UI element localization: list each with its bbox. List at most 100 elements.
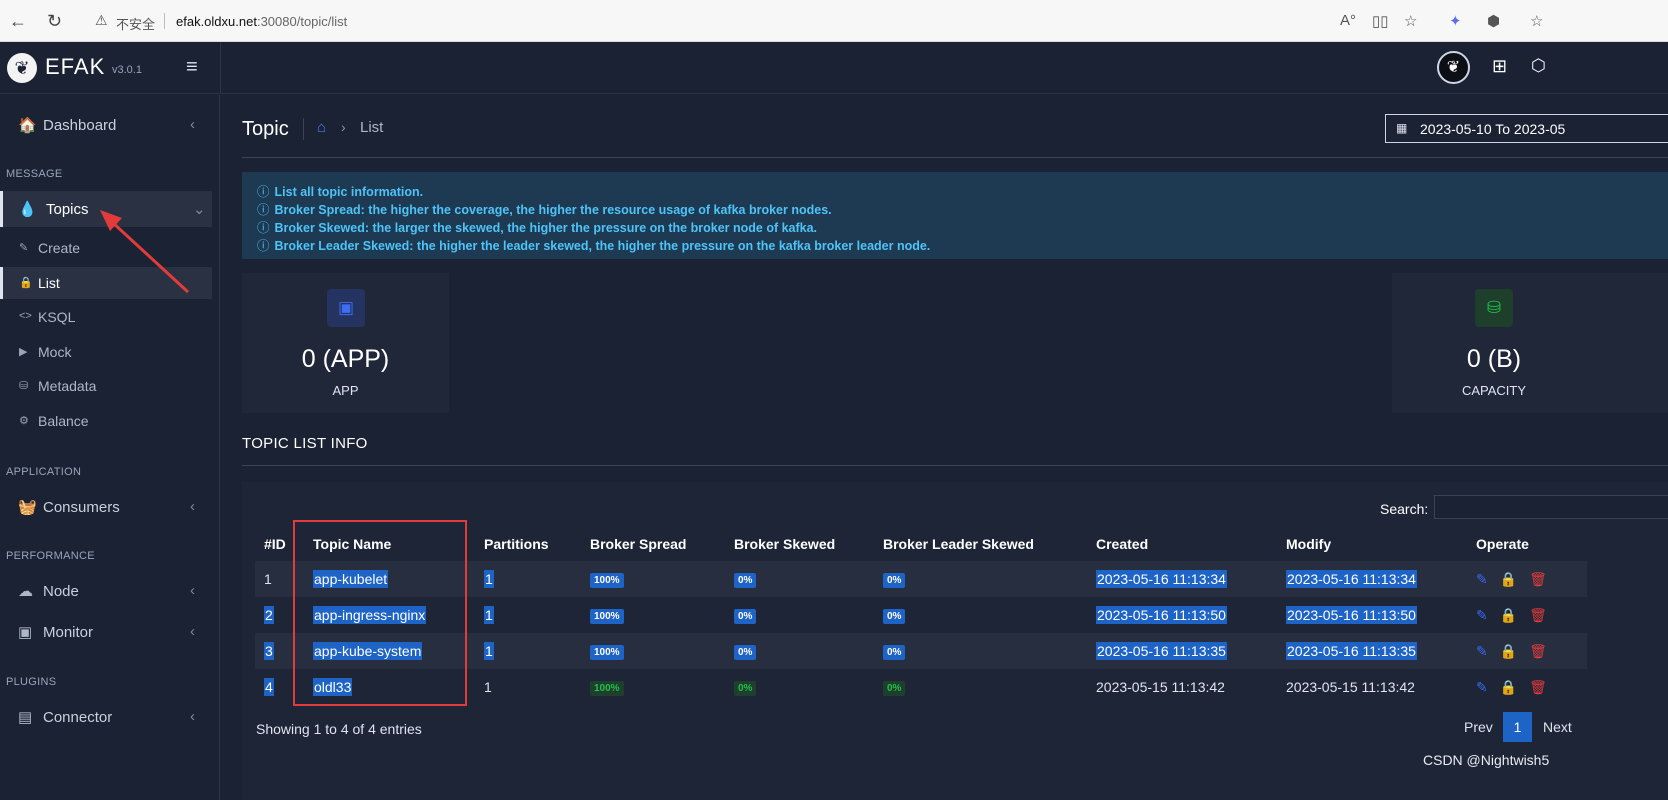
column-header-partitions[interactable]: Partitions xyxy=(475,526,581,561)
sidebar-subitem-mock[interactable]: ▶ Mock xyxy=(0,336,212,368)
trash-icon[interactable]: 🗑 xyxy=(1529,679,1547,696)
topic-name-link[interactable]: app-kube-system xyxy=(313,642,423,660)
reload-icon[interactable]: ↻ xyxy=(47,11,62,32)
modify-value: 2023-05-16 11:13:50 xyxy=(1286,606,1417,624)
database-icon: ⛁ xyxy=(1475,289,1513,327)
pagination-next[interactable]: Next xyxy=(1543,719,1572,735)
cell-broker-skewed: 0% xyxy=(725,669,874,705)
lock-icon[interactable]: 🔒 xyxy=(1500,571,1517,588)
cell-id: 3 xyxy=(255,633,304,669)
sidebar-item-dashboard[interactable]: 🏠 Dashboard ‹ xyxy=(0,107,212,143)
cell-modify: 2023-05-16 11:13:34 xyxy=(1277,561,1467,597)
sidebar-subitem-label: Create xyxy=(38,240,81,256)
address-bar[interactable]: efak.oldxu.net:30080/topic/list xyxy=(176,14,347,29)
info-line: ⓘ Broker Leader Skewed: the higher the le… xyxy=(257,235,930,254)
trash-icon[interactable]: 🗑 xyxy=(1529,643,1547,660)
info-alert: ⓘ List all topic information. ⓘ Broker Spr… xyxy=(242,172,1668,259)
column-header-broker-leader-skewed[interactable]: Broker Leader Skewed xyxy=(874,526,1087,561)
chevron-left-icon: ‹ xyxy=(190,498,195,515)
sidebar-item-connector[interactable]: ▤ Connector ‹ xyxy=(0,699,212,735)
cell-operate: ✎ 🔒 🗑 xyxy=(1467,633,1587,669)
spread-badge: 100% xyxy=(590,573,624,588)
favorites-add-icon[interactable]: ☆ xyxy=(1404,12,1417,30)
chevron-left-icon: ‹ xyxy=(190,708,195,725)
column-header-topic-name[interactable]: Topic Name xyxy=(304,526,475,561)
edit-icon[interactable]: ✎ xyxy=(1476,607,1488,624)
sidebar-subitem-balance[interactable]: ⚙ Balance xyxy=(0,405,212,437)
lock-icon[interactable]: 🔒 xyxy=(1500,643,1517,660)
edit-icon[interactable]: ✎ xyxy=(1476,643,1488,660)
sidebar-item-label: Node xyxy=(43,583,79,600)
cell-partitions: 1 xyxy=(475,561,581,597)
info-line: ⓘ List all topic information. xyxy=(257,181,423,200)
calendar-icon: ▦ xyxy=(1396,121,1408,135)
edit-icon[interactable]: ✎ xyxy=(1476,679,1488,696)
info-line-text: Broker Spread: the higher the coverage, … xyxy=(274,203,832,217)
sidebar-item-topics[interactable]: 💧 Topics ⌄ xyxy=(0,191,212,227)
apps-grid-icon[interactable]: ⊞ xyxy=(1492,56,1507,77)
column-header-broker-spread[interactable]: Broker Spread xyxy=(581,526,725,561)
trash-icon[interactable]: 🗑 xyxy=(1529,571,1547,588)
pagination-prev[interactable]: Prev xyxy=(1464,719,1493,735)
trash-icon[interactable]: 🗑 xyxy=(1529,607,1547,624)
server-icon: ▤ xyxy=(18,709,33,726)
pagination-page-1[interactable]: 1 xyxy=(1503,712,1532,742)
cube-icon[interactable]: ⬡ xyxy=(1531,56,1546,76)
cell-id: 2 xyxy=(255,597,304,633)
brand-name[interactable]: EFAK xyxy=(45,54,105,80)
info-icon: ⓘ xyxy=(257,185,270,199)
sidebar-subitem-ksql[interactable]: <> KSQL xyxy=(0,301,212,333)
skewed-badge: 0% xyxy=(734,609,757,624)
topic-name-link[interactable]: app-ingress-nginx xyxy=(313,606,427,624)
browser-toolbar: ← ↻ ⚠ 不安全 efak.oldxu.net:30080/topic/lis… xyxy=(0,0,1668,42)
cell-broker-spread: 100% xyxy=(581,633,725,669)
edit-icon[interactable]: ✎ xyxy=(1476,571,1488,588)
date-range-picker[interactable]: ▦ 2023-05-10 To 2023-05 xyxy=(1385,114,1668,143)
avatar[interactable]: ❦ xyxy=(1437,51,1470,84)
column-header-id[interactable]: #ID xyxy=(255,526,304,561)
cell-broker-skewed: 0% xyxy=(725,561,874,597)
reading-view-icon[interactable]: ▯▯ xyxy=(1372,12,1389,30)
sidebar: 🏠 Dashboard ‹ MESSAGE 💧 Topics ⌄ ✎ Creat… xyxy=(0,95,220,800)
back-icon[interactable]: ← xyxy=(9,11,27,32)
modify-value: 2023-05-16 11:13:35 xyxy=(1286,642,1417,660)
breadcrumb-current: List xyxy=(360,119,384,136)
warning-icon[interactable]: ⚠ xyxy=(95,12,108,29)
sidebar-subitem-list[interactable]: 🔒 List xyxy=(0,267,212,299)
cell-broker-spread: 100% xyxy=(581,561,725,597)
cell-operate: ✎ 🔒 🗑 xyxy=(1467,669,1587,705)
column-header-created[interactable]: Created xyxy=(1087,526,1277,561)
cell-created: 2023-05-15 11:13:42 xyxy=(1087,669,1277,705)
home-icon[interactable]: ⌂ xyxy=(317,119,326,136)
feather-icon[interactable]: ❦ xyxy=(7,53,37,83)
sidebar-subitem-create[interactable]: ✎ Create xyxy=(0,232,212,264)
search-label: Search: xyxy=(1380,501,1429,517)
favorites-icon[interactable]: ☆ xyxy=(1530,12,1543,30)
sidebar-item-consumers[interactable]: 🧺 Consumers ‹ xyxy=(0,489,212,525)
lock-icon[interactable]: 🔒 xyxy=(1500,607,1517,624)
created-value: 2023-05-16 11:13:50 xyxy=(1096,606,1227,624)
sidebar-item-label: Connector xyxy=(43,709,113,726)
topic-name-link[interactable]: oldl33 xyxy=(313,678,353,696)
search-input[interactable] xyxy=(1434,495,1668,519)
info-icon: ⓘ xyxy=(257,239,270,253)
sidebar-item-node[interactable]: ☁ Node ‹ xyxy=(0,573,212,609)
page-title: Topic xyxy=(242,118,289,140)
insecure-label[interactable]: 不安全 xyxy=(116,14,155,33)
chevron-down-icon: ⌄ xyxy=(193,201,206,218)
topic-name-link[interactable]: app-kubelet xyxy=(313,570,389,588)
cell-broker-spread: 100% xyxy=(581,669,725,705)
menu-toggle-icon[interactable]: ≡ xyxy=(186,56,198,79)
extension-icon[interactable]: ✦ xyxy=(1449,12,1462,30)
puzzle-icon[interactable]: ⬢ xyxy=(1487,12,1500,30)
section-label-plugins: PLUGINS xyxy=(6,676,57,688)
sidebar-subitem-metadata[interactable]: ⛁ Metadata xyxy=(0,370,212,402)
read-aloud-icon[interactable]: A° xyxy=(1340,12,1356,29)
lock-icon[interactable]: 🔒 xyxy=(1500,679,1517,696)
column-header-broker-skewed[interactable]: Broker Skewed xyxy=(725,526,874,561)
column-header-modify[interactable]: Modify xyxy=(1277,526,1467,561)
url-separator xyxy=(164,13,165,29)
home-icon: 🏠 xyxy=(18,117,37,134)
url-host: efak.oldxu.net xyxy=(176,14,257,29)
sidebar-item-monitor[interactable]: ▣ Monitor ‹ xyxy=(0,614,212,650)
